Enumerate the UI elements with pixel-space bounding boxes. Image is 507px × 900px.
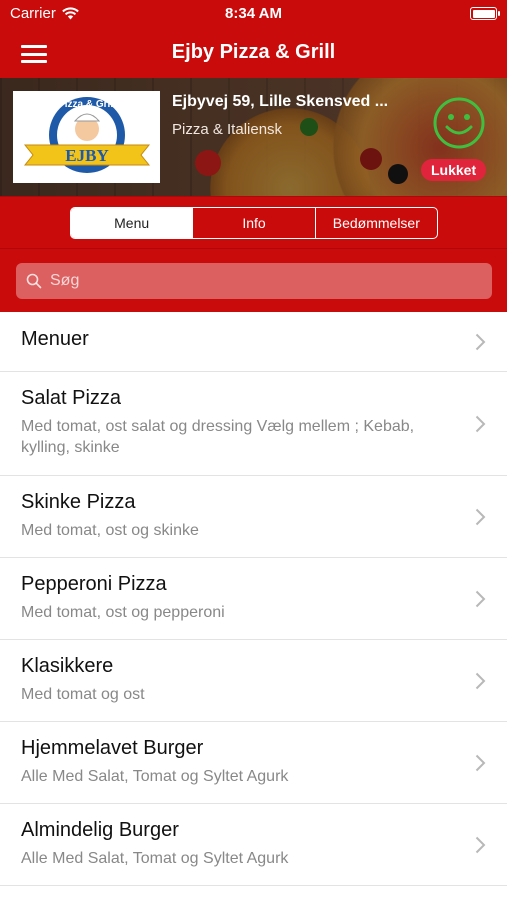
list-item[interactable]: Menuer	[0, 312, 507, 372]
closed-status-badge: Lukket	[421, 159, 487, 181]
list-item-title: Skinke Pizza	[21, 491, 136, 513]
search-box[interactable]	[16, 263, 492, 299]
status-time: 8:34 AM	[225, 5, 282, 22]
list-item[interactable]: Skinke Pizza Med tomat, ost og skinke	[0, 476, 507, 558]
list-item-title: Hjemmelavet Burger	[21, 737, 204, 759]
logo-top-text: Pizza & Grill	[58, 99, 116, 110]
search-area	[0, 248, 507, 312]
page-title: Ejby Pizza & Grill	[171, 41, 336, 63]
list-item-description: Med tomat, ost salat og dressing Vælg me…	[21, 418, 415, 456]
list-item-title: Almindelig Burger	[21, 819, 179, 841]
smiley-rating-icon	[433, 97, 485, 149]
list-item-title: Menuer	[21, 328, 89, 350]
status-bar: Carrier 8:34 AM	[0, 0, 507, 30]
chevron-right-icon	[475, 590, 486, 608]
list-item-description: Med tomat og ost	[21, 686, 145, 703]
list-item-title: Pepperoni Pizza	[21, 573, 167, 595]
chevron-right-icon	[475, 415, 486, 433]
chevron-right-icon	[475, 672, 486, 690]
navigation-bar: Ejby Pizza & Grill	[0, 30, 507, 78]
tab-bar-area: Menu Info Bedømmelser	[0, 196, 507, 248]
list-item[interactable]: Klasikkere Med tomat og ost	[0, 640, 507, 722]
tab-menu[interactable]: Menu	[71, 208, 193, 238]
tab-reviews[interactable]: Bedømmelser	[314, 208, 437, 238]
logo-banner-text: EJBY	[65, 146, 108, 165]
chevron-right-icon	[475, 754, 486, 772]
segmented-control: Menu Info Bedømmelser	[70, 207, 438, 239]
search-icon	[26, 273, 42, 289]
search-input[interactable]	[50, 272, 470, 290]
ejby-logo-image: EJBY Pizza & Grill	[23, 97, 150, 173]
restaurant-address: Ejbyvej 59, Lille Skensved ...	[172, 93, 389, 110]
list-item-description: Med tomat, ost og skinke	[21, 522, 199, 539]
list-item[interactable]: Almindelig Burger Alle Med Salat, Tomat …	[0, 804, 507, 886]
list-item-description: Med tomat, ost og pepperoni	[21, 604, 225, 621]
list-item-description: Alle Med Salat, Tomat og Syltet Agurk	[21, 768, 289, 785]
chevron-right-icon	[475, 508, 486, 526]
list-item[interactable]: Pepperoni Pizza Med tomat, ost og pepper…	[0, 558, 507, 640]
list-item-title: Salat Pizza	[21, 387, 122, 409]
chevron-right-icon	[475, 836, 486, 854]
battery-icon	[470, 7, 500, 20]
restaurant-category: Pizza & Italiensk	[172, 121, 283, 138]
list-item[interactable]: Salat Pizza Med tomat, ost salat og dres…	[0, 372, 507, 476]
list-item[interactable]: Hjemmelavet Burger Alle Med Salat, Tomat…	[0, 722, 507, 804]
chevron-right-icon	[475, 333, 486, 351]
tab-info[interactable]: Info	[192, 208, 314, 238]
list-item-title: Klasikkere	[21, 655, 114, 677]
restaurant-header: EJBY Pizza & Grill Ejbyvej 59, Lille Ske…	[0, 78, 507, 196]
restaurant-logo: EJBY Pizza & Grill	[13, 91, 160, 183]
menu-list: Menuer Salat Pizza Med tomat, ost salat …	[0, 312, 507, 886]
list-item-description: Alle Med Salat, Tomat og Syltet Agurk	[21, 850, 289, 867]
